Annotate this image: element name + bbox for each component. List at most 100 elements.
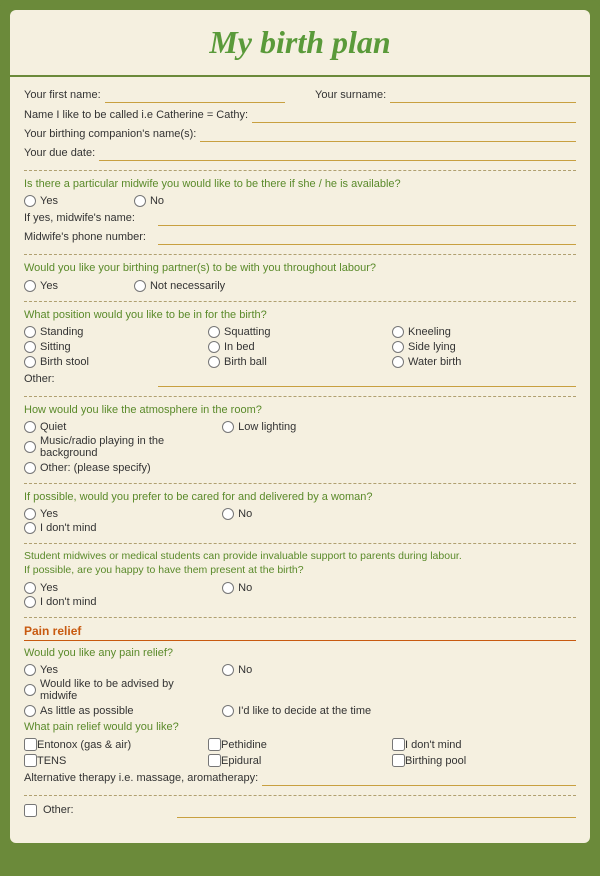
atmosphere-question: How would you like the atmosphere in the… — [24, 403, 576, 417]
pain-relief-type-question: What pain relief would you like? — [24, 720, 576, 734]
carer-yes-option[interactable]: Yes — [24, 508, 206, 520]
position-inbed-radio[interactable] — [208, 341, 220, 353]
atmosphere-music-radio[interactable] — [24, 441, 36, 453]
pain-no-option[interactable]: No — [222, 664, 404, 676]
midwife-question: Is there a particular midwife you would … — [24, 177, 576, 191]
pain-birthingpool-checkbox[interactable] — [392, 754, 405, 767]
student-midwives-note: Student midwives or medical students can… — [24, 550, 576, 577]
other-checkbox[interactable] — [24, 804, 37, 817]
position-birthball-option[interactable]: Birth ball — [208, 356, 376, 368]
carer-gender-options: Yes No I don't mind — [24, 508, 576, 534]
carer-no-option[interactable]: No — [222, 508, 404, 520]
pain-yes-option[interactable]: Yes — [24, 664, 206, 676]
pain-type-row2: TENS Epidural Birthing pool — [24, 754, 576, 767]
other-input[interactable] — [177, 802, 576, 818]
pain-advised-radio[interactable] — [24, 684, 36, 696]
student-yes-option[interactable]: Yes — [24, 582, 206, 594]
midwife-no-option[interactable]: No — [134, 195, 164, 207]
midwife-name-input[interactable] — [158, 210, 576, 226]
partner-yes-option[interactable]: Yes — [24, 280, 58, 292]
atmosphere-lowlight-radio[interactable] — [222, 421, 234, 433]
midwife-yes-option[interactable]: Yes — [24, 195, 58, 207]
due-date-label: Your due date: — [24, 147, 95, 159]
midwife-phone-row: Midwife's phone number: — [24, 229, 576, 245]
student-dontmind-radio[interactable] — [24, 596, 36, 608]
form-area: Your first name: Your surname: Name I li… — [10, 77, 590, 843]
pain-little-radio[interactable] — [24, 705, 36, 717]
other-section: Other: — [24, 802, 576, 827]
position-row3: Birth stool Birth ball Water birth — [24, 356, 576, 368]
pain-epidural-option[interactable]: Epidural — [208, 754, 376, 767]
student-dontmind-option[interactable]: I don't mind — [24, 596, 212, 608]
position-sitting-radio[interactable] — [24, 341, 36, 353]
first-name-input[interactable] — [105, 87, 285, 103]
midwife-yes-radio[interactable] — [24, 195, 36, 207]
student-midwives-section: Student midwives or medical students can… — [24, 550, 576, 617]
preferred-name-input[interactable] — [252, 107, 576, 123]
pain-tens-checkbox[interactable] — [24, 754, 37, 767]
position-sidelying-option[interactable]: Side lying — [392, 341, 560, 353]
carer-gender-question: If possible, would you prefer to be care… — [24, 490, 576, 504]
midwife-phone-input[interactable] — [158, 229, 576, 245]
pain-decide-option[interactable]: I'd like to decide at the time — [222, 705, 404, 717]
other-checkbox-option[interactable] — [24, 804, 37, 817]
pain-entonox-checkbox[interactable] — [24, 738, 37, 751]
preferred-name-row: Name I like to be called i.e Catherine =… — [24, 107, 576, 123]
atmosphere-other-option[interactable]: Other: (please specify) — [24, 462, 151, 474]
atmosphere-lowlight-option[interactable]: Low lighting — [222, 421, 404, 433]
position-waterbirth-option[interactable]: Water birth — [392, 356, 560, 368]
pain-dontmind-option[interactable]: I don't mind — [392, 738, 560, 751]
student-yes-radio[interactable] — [24, 582, 36, 594]
pain-entonox-option[interactable]: Entonox (gas & air) — [24, 738, 192, 751]
position-kneeling-radio[interactable] — [392, 326, 404, 338]
position-squatting-radio[interactable] — [208, 326, 220, 338]
midwife-name-row: If yes, midwife's name: — [24, 210, 576, 226]
carer-no-radio[interactable] — [222, 508, 234, 520]
carer-dontmind-radio[interactable] — [24, 522, 36, 534]
pain-alternative-input[interactable] — [262, 770, 576, 786]
position-sitting-option[interactable]: Sitting — [24, 341, 192, 353]
atmosphere-other-radio[interactable] — [24, 462, 36, 474]
pain-epidural-checkbox[interactable] — [208, 754, 221, 767]
companion-input[interactable] — [200, 126, 576, 142]
companion-row: Your birthing companion's name(s): — [24, 126, 576, 142]
position-waterbirth-radio[interactable] — [392, 356, 404, 368]
midwife-no-radio[interactable] — [134, 195, 146, 207]
partner-not-necessarily-radio[interactable] — [134, 280, 146, 292]
partner-yes-radio[interactable] — [24, 280, 36, 292]
midwife-name-label: If yes, midwife's name: — [24, 212, 154, 224]
student-no-radio[interactable] — [222, 582, 234, 594]
atmosphere-quiet-radio[interactable] — [24, 421, 36, 433]
student-no-option[interactable]: No — [222, 582, 404, 594]
position-standing-option[interactable]: Standing — [24, 326, 192, 338]
surname-input[interactable] — [390, 87, 576, 103]
carer-dontmind-option[interactable]: I don't mind — [24, 522, 212, 534]
pain-birthingpool-option[interactable]: Birthing pool — [392, 754, 560, 767]
pain-little-option[interactable]: As little as possible — [24, 705, 206, 717]
position-birthball-radio[interactable] — [208, 356, 220, 368]
position-kneeling-option[interactable]: Kneeling — [392, 326, 560, 338]
position-inbed-option[interactable]: In bed — [208, 341, 376, 353]
pain-dontmind-checkbox[interactable] — [392, 738, 405, 751]
pain-tens-option[interactable]: TENS — [24, 754, 192, 767]
pain-advised-option[interactable]: Would like to be advised by midwife — [24, 678, 212, 702]
pain-pethidine-checkbox[interactable] — [208, 738, 221, 751]
pain-no-radio[interactable] — [222, 664, 234, 676]
atmosphere-quiet-option[interactable]: Quiet — [24, 421, 206, 433]
position-squatting-option[interactable]: Squatting — [208, 326, 376, 338]
position-sidelying-radio[interactable] — [392, 341, 404, 353]
pain-decide-radio[interactable] — [222, 705, 234, 717]
pain-yes-radio[interactable] — [24, 664, 36, 676]
partner-not-necessarily-option[interactable]: Not necessarily — [134, 280, 225, 292]
carer-gender-section: If possible, would you prefer to be care… — [24, 490, 576, 544]
first-name-label: Your first name: — [24, 89, 101, 101]
position-birthstool-radio[interactable] — [24, 356, 36, 368]
position-standing-radio[interactable] — [24, 326, 36, 338]
atmosphere-music-option[interactable]: Music/radio playing in the background — [24, 435, 212, 459]
position-other-input[interactable] — [158, 371, 576, 387]
pain-relief-want-question: Would you like any pain relief? — [24, 646, 576, 660]
due-date-input[interactable] — [99, 145, 576, 161]
carer-yes-radio[interactable] — [24, 508, 36, 520]
position-birthstool-option[interactable]: Birth stool — [24, 356, 192, 368]
pain-pethidine-option[interactable]: Pethidine — [208, 738, 376, 751]
